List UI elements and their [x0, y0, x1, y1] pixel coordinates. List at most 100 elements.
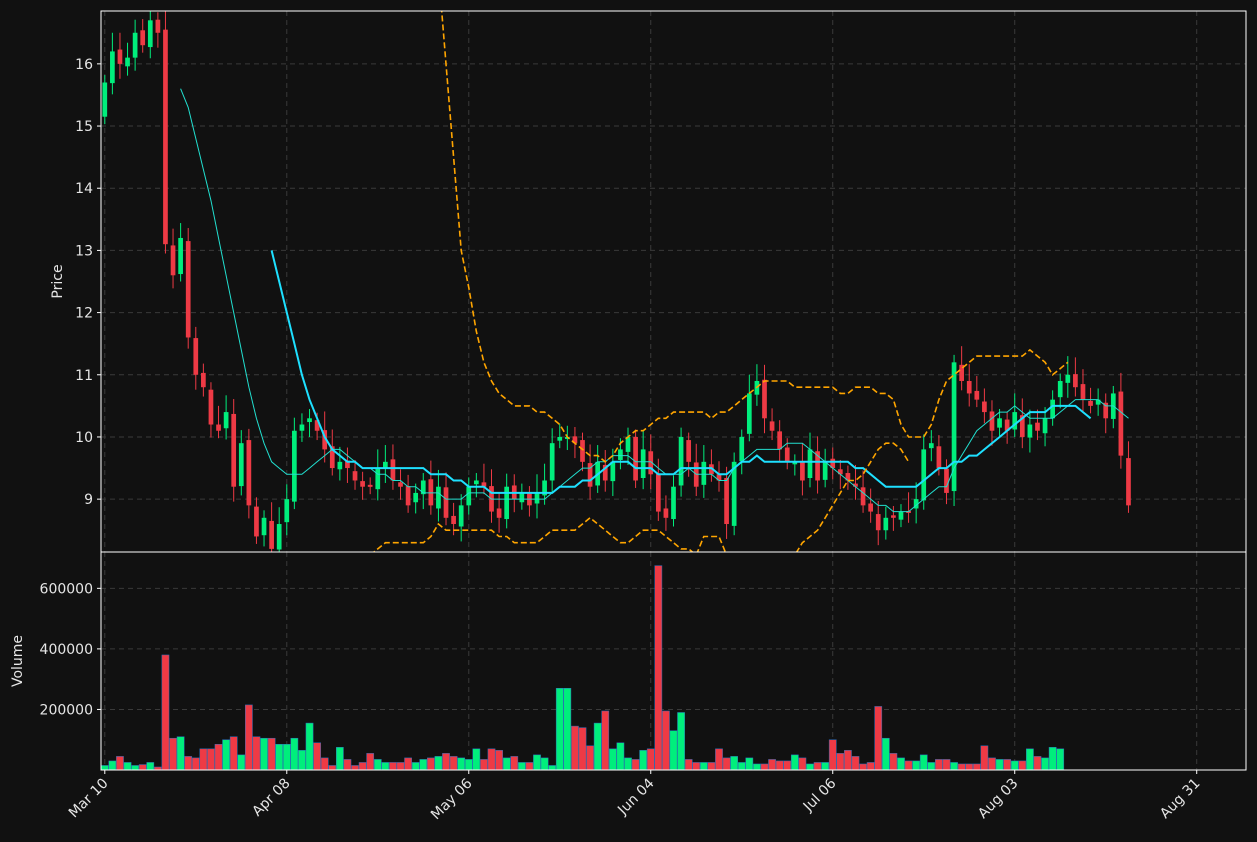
volume-bar	[699, 762, 708, 770]
volume-bar	[881, 737, 890, 770]
candle-body	[238, 443, 244, 487]
volume-bar	[343, 759, 352, 770]
candle-body	[337, 461, 343, 470]
volume-bar	[1003, 759, 1011, 770]
candle-body	[261, 517, 267, 536]
price-axes-frame	[100, 10, 1247, 553]
candles	[102, 11, 1131, 552]
volume-bar	[760, 763, 769, 770]
volume-bar	[616, 742, 625, 770]
volume-bar	[525, 762, 534, 770]
volume-bar	[578, 727, 587, 770]
volume-bar	[737, 762, 746, 770]
volume-bar	[798, 757, 807, 770]
volume-bar	[123, 762, 132, 770]
volume-bar	[775, 760, 784, 770]
volume-bar	[972, 763, 981, 770]
volume-bar	[184, 756, 193, 770]
price-ytick-label: 9	[84, 492, 93, 508]
price-ytick-label: 12	[75, 306, 93, 322]
volume-bar	[260, 737, 268, 770]
volume-bar	[358, 762, 367, 770]
volume-bar	[571, 725, 579, 770]
volume-bar	[904, 760, 913, 770]
price-ytick-label: 13	[75, 243, 93, 259]
volume-bar	[237, 754, 246, 770]
volume-bar	[646, 748, 655, 770]
volume-bar	[457, 757, 466, 770]
xtick-label: Apr 08	[249, 776, 293, 820]
candle-body	[898, 511, 904, 520]
candle-body	[155, 19, 161, 33]
volume-bar	[1018, 760, 1027, 770]
candle-body	[201, 372, 206, 388]
volume-bar	[715, 748, 723, 770]
xtick-label: Mar 10	[66, 776, 112, 822]
price-ytick-label: 16	[75, 57, 93, 73]
volume-bar	[912, 760, 921, 770]
volume-bar	[245, 704, 253, 770]
candle-body	[398, 482, 403, 487]
volume-axis-label: Volume	[10, 635, 26, 687]
volume-bar	[207, 748, 215, 770]
candle-body	[618, 449, 623, 460]
volume-bar	[684, 759, 693, 770]
volume-bar	[692, 762, 701, 770]
volume-bar	[176, 736, 185, 770]
indicator-lines	[180, 11, 1129, 552]
volume-bar	[790, 754, 799, 770]
candle-body	[375, 468, 381, 490]
candle-body	[944, 468, 949, 493]
candle-body	[117, 49, 123, 64]
volume-bar	[1041, 757, 1049, 770]
candle-body	[284, 499, 290, 523]
candle-body	[496, 508, 502, 518]
candle-body	[883, 517, 889, 531]
candle-body	[1073, 374, 1078, 388]
xtick-label: May 06	[428, 775, 476, 823]
candle-body	[390, 459, 396, 481]
candle-body	[458, 505, 464, 527]
candle-body	[102, 82, 108, 117]
volume-bar	[662, 710, 670, 770]
candle-body	[921, 449, 927, 501]
volume-bar	[351, 765, 359, 770]
volume-bar	[851, 756, 860, 770]
volume-bar	[313, 742, 321, 770]
candle-body	[982, 401, 987, 413]
candle-body	[132, 32, 138, 58]
volume-bar	[108, 760, 117, 770]
candle-body	[473, 480, 479, 485]
volume-bar	[1010, 760, 1019, 770]
candle-body	[724, 478, 729, 525]
volume-bar	[942, 759, 951, 770]
volume-bar	[1056, 748, 1065, 770]
volume-bar	[889, 753, 898, 770]
candle-body	[549, 443, 555, 481]
volume-bar	[722, 757, 731, 770]
volume-bar	[169, 737, 177, 770]
volume-ytick-label: 600000	[40, 581, 93, 597]
volume-bar	[116, 756, 124, 770]
volume-bar	[988, 757, 996, 770]
candle-body	[405, 486, 411, 506]
volume-bar	[624, 757, 632, 770]
candle-body	[466, 486, 472, 506]
volume-bar	[950, 762, 958, 770]
candle-body	[170, 245, 176, 276]
volume-bar	[927, 762, 936, 770]
candle-body	[367, 484, 373, 487]
candle-body	[216, 424, 221, 431]
volume-bar	[783, 760, 792, 770]
candle-body	[208, 389, 214, 425]
price-ytick-label: 15	[75, 119, 93, 135]
candle-body	[110, 51, 115, 84]
volume-bar	[138, 764, 147, 770]
candle-body	[784, 447, 790, 462]
candle-body	[276, 524, 282, 550]
candle-body	[352, 471, 358, 481]
candle-body	[860, 487, 866, 506]
candle-body	[989, 411, 995, 431]
xtick-label: Jul 06	[800, 775, 840, 815]
candle-body	[519, 492, 525, 503]
